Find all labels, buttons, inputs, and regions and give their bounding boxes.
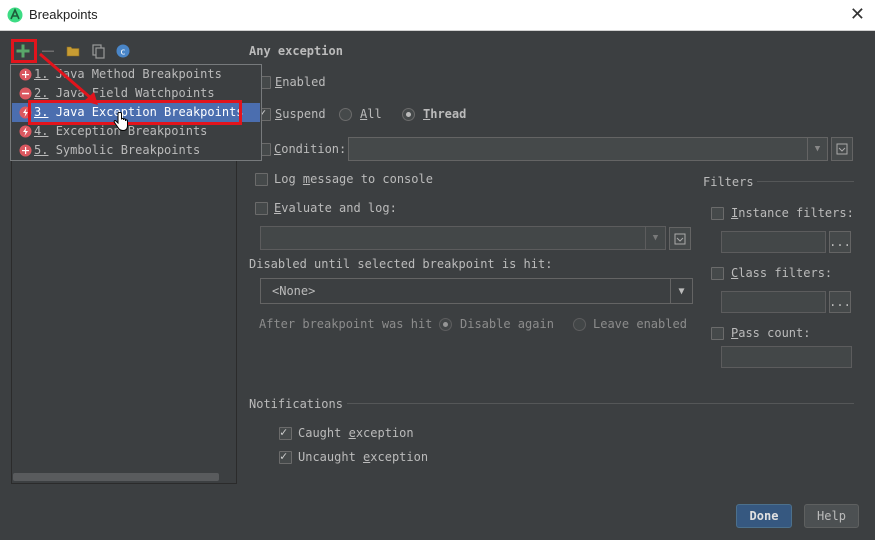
filters-separator <box>757 181 854 182</box>
pass-count-input[interactable] <box>721 346 852 368</box>
enabled-label: Enabled <box>275 75 326 89</box>
leave-enabled-radio[interactable] <box>573 318 586 331</box>
horizontal-scrollbar[interactable] <box>13 473 219 481</box>
notifications-heading: Notifications <box>249 397 343 411</box>
class-filters-browse-button[interactable]: ... <box>829 291 851 313</box>
menu-item-exception-breakpoints[interactable]: 4. Exception Breakpoints <box>12 122 260 141</box>
add-breakpoint-popup: 1. Java Method Breakpoints 2. Java Field… <box>10 64 262 161</box>
chevron-down-icon[interactable]: ▼ <box>645 227 665 249</box>
pass-count-checkbox[interactable] <box>711 327 724 340</box>
leave-enabled-label: Leave enabled <box>593 317 687 331</box>
svg-text:c: c <box>121 48 126 58</box>
menu-item-symbolic-breakpoints[interactable]: 5. Symbolic Breakpoints <box>12 141 260 160</box>
expand-condition-button[interactable] <box>831 137 853 161</box>
menu-item-number: 2. <box>34 86 49 100</box>
exception-breakpoint-icon <box>19 106 32 119</box>
menu-item-number: 4. <box>34 124 49 138</box>
class-filters-checkbox[interactable] <box>711 267 724 280</box>
menu-item-label: Symbolic Breakpoints <box>55 143 201 157</box>
class-filters-label: Class filters: <box>731 266 833 280</box>
help-button[interactable]: Help <box>804 504 859 528</box>
caught-exception-checkbox[interactable] <box>279 425 292 440</box>
method-breakpoint-icon <box>19 68 32 81</box>
menu-item-label: Exception Breakpoints <box>55 124 208 138</box>
disable-again-radio[interactable] <box>439 318 452 331</box>
evaluate-expression-input[interactable]: ▼ <box>260 226 666 250</box>
evaluate-log-label: Evaluate and log: <box>274 201 397 215</box>
symbolic-breakpoint-icon <box>19 144 32 157</box>
caught-exception-label: Caught exception <box>298 426 414 440</box>
filters-heading: Filters <box>703 175 754 189</box>
menu-item-number: 5. <box>34 143 49 157</box>
expand-editor-icon <box>674 233 686 244</box>
menu-item-number: 3. <box>34 105 49 119</box>
done-button[interactable]: Done <box>736 504 792 528</box>
window-title: Breakpoints <box>29 7 98 22</box>
menu-item-number: 1. <box>34 67 49 81</box>
menu-item-java-method-breakpoints[interactable]: 1. Java Method Breakpoints <box>12 65 260 84</box>
pass-count-label: Pass count: <box>731 326 811 340</box>
instance-filters-browse-button[interactable]: ... <box>829 231 851 253</box>
instance-filters-label: Instance filters: <box>731 206 854 220</box>
browse-label: ... <box>829 295 851 309</box>
menu-item-java-exception-breakpoints[interactable]: 3. Java Exception Breakpoints <box>12 103 260 122</box>
chevron-down-icon[interactable]: ▼ <box>807 138 827 160</box>
evaluate-log-checkbox[interactable] <box>255 202 268 215</box>
log-message-checkbox[interactable] <box>255 173 268 186</box>
suspend-thread-label: Thread <box>423 107 467 121</box>
menu-item-label: Java Field Watchpoints <box>55 86 215 100</box>
uncaught-exception-label: Uncaught exception <box>298 450 429 464</box>
exception-breakpoint-icon <box>19 125 32 138</box>
class-icon: c <box>116 44 130 58</box>
android-studio-icon <box>7 7 23 23</box>
condition-label: Condition: <box>274 142 347 156</box>
view-class-button[interactable]: c <box>115 43 131 59</box>
expand-evaluate-button[interactable] <box>669 227 691 250</box>
close-icon[interactable]: ✕ <box>850 4 865 25</box>
suspend-label: Suspend <box>275 107 326 121</box>
minus-icon <box>42 50 54 52</box>
disabled-until-label: Disabled until selected breakpoint is hi… <box>249 257 553 271</box>
disable-again-label: Disable again <box>460 317 554 331</box>
field-watchpoint-icon <box>19 87 32 100</box>
suspend-all-radio[interactable] <box>339 108 352 121</box>
suspend-all-label: All <box>360 107 382 121</box>
menu-item-label: Java Exception Breakpoints <box>55 105 244 119</box>
condition-input[interactable]: ▼ <box>348 137 828 161</box>
instance-filters-input[interactable] <box>721 231 826 253</box>
log-message-label: Log message to console <box>274 172 433 186</box>
expand-editor-icon <box>836 143 848 155</box>
instance-filters-checkbox[interactable] <box>711 207 724 220</box>
copy-button[interactable] <box>90 43 106 59</box>
suspend-thread-radio[interactable] <box>402 108 415 121</box>
notifications-separator <box>347 403 854 404</box>
menu-item-label: Java Method Breakpoints <box>55 67 222 81</box>
menu-item-java-field-watchpoints[interactable]: 2. Java Field Watchpoints <box>12 84 260 103</box>
hand-cursor-icon <box>113 112 128 132</box>
disabled-until-select[interactable]: <None> ▼ <box>260 278 693 304</box>
add-breakpoint-button[interactable] <box>15 43 31 59</box>
uncaught-exception-checkbox[interactable] <box>279 449 292 464</box>
remove-breakpoint-button[interactable] <box>40 43 56 59</box>
group-folder-button[interactable] <box>65 43 81 59</box>
folder-icon <box>66 46 80 57</box>
after-hit-label: After breakpoint was hit <box>259 317 433 331</box>
copy-icon <box>92 44 105 59</box>
chevron-down-icon[interactable]: ▼ <box>670 279 692 303</box>
browse-label: ... <box>829 235 851 249</box>
class-filters-input[interactable] <box>721 291 826 313</box>
title-bar: Breakpoints ✕ <box>0 0 875 31</box>
plus-icon <box>16 44 30 58</box>
section-heading: Any exception <box>249 44 343 58</box>
disabled-until-value: <None> <box>272 284 316 298</box>
